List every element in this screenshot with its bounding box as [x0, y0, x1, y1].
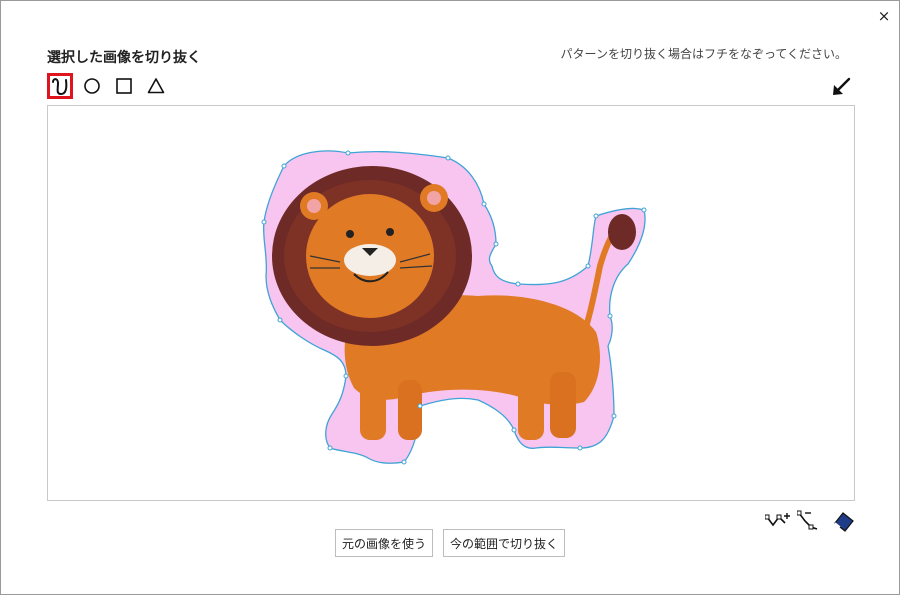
circle-icon [84, 78, 100, 94]
square-tool-button[interactable] [111, 73, 137, 99]
freehand-curve-icon [52, 78, 68, 96]
arrow-down-left-icon [833, 77, 851, 95]
instruction-hint: パターンを切り抜く場合はフチをなぞってください。 [560, 47, 847, 61]
crop-dialog: × 選択した画像を切り抜く パターンを切り抜く場合はフチをなぞってください。 元… [0, 0, 900, 595]
image-crop-canvas[interactable] [47, 105, 855, 501]
use-original-button[interactable]: 元の画像を使う [334, 529, 433, 557]
shape-toolbar [47, 73, 169, 99]
square-icon [116, 78, 132, 94]
crop-current-button[interactable]: 今の範囲で切り抜く [443, 529, 566, 557]
triangle-icon [147, 78, 165, 94]
circle-tool-button[interactable] [79, 73, 105, 99]
dialog-title: 選択した画像を切り抜く [47, 50, 201, 66]
close-button[interactable]: × [875, 7, 893, 25]
lion-drawing-image [261, 150, 647, 465]
freehand-tool-button[interactable] [47, 73, 73, 99]
triangle-tool-button[interactable] [143, 73, 169, 99]
arrow-down-left-button[interactable] [829, 75, 853, 99]
action-buttons: 元の画像を使う 今の範囲で切り抜く [1, 529, 900, 557]
